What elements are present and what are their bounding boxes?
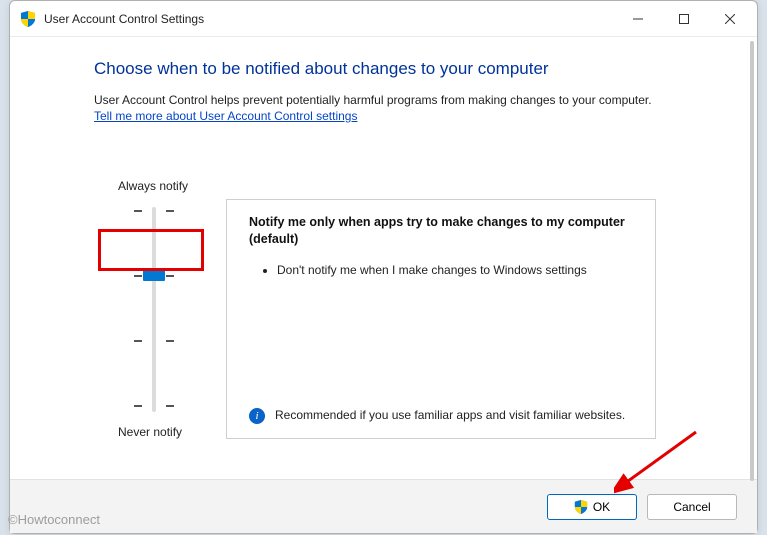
ok-label: OK xyxy=(593,500,610,514)
uac-shield-icon xyxy=(574,500,588,514)
slider-top-label: Always notify xyxy=(118,179,222,193)
cancel-label: Cancel xyxy=(673,500,710,514)
notification-slider: Always notify Never notify xyxy=(102,179,222,439)
minimize-button[interactable] xyxy=(615,3,661,35)
page-heading: Choose when to be notified about changes… xyxy=(94,59,701,79)
watermark: ©Howtoconnect xyxy=(8,512,100,527)
info-icon: i xyxy=(249,408,265,424)
uac-shield-icon xyxy=(20,11,36,27)
scrollbar[interactable] xyxy=(750,41,754,481)
help-link[interactable]: Tell me more about User Account Control … xyxy=(94,109,357,123)
info-panel: Notify me only when apps try to make cha… xyxy=(226,199,656,439)
ok-button[interactable]: OK xyxy=(547,494,637,520)
close-button[interactable] xyxy=(707,3,753,35)
uac-settings-window: User Account Control Settings Choose whe… xyxy=(9,0,758,534)
window-title: User Account Control Settings xyxy=(44,12,204,26)
recommendation: i Recommended if you use familiar apps a… xyxy=(249,408,639,424)
maximize-button[interactable] xyxy=(661,3,707,35)
dialog-footer: OK Cancel xyxy=(10,479,757,533)
annotation-highlight xyxy=(98,229,204,271)
recommendation-text: Recommended if you use familiar apps and… xyxy=(275,408,625,424)
cancel-button[interactable]: Cancel xyxy=(647,494,737,520)
page-description: User Account Control helps prevent poten… xyxy=(94,93,701,107)
info-bullet: Don't notify me when I make changes to W… xyxy=(277,262,639,279)
info-title: Notify me only when apps try to make cha… xyxy=(249,214,639,248)
slider-bottom-label: Never notify xyxy=(118,425,222,439)
slider-thumb[interactable] xyxy=(143,270,165,281)
titlebar[interactable]: User Account Control Settings xyxy=(10,1,757,37)
